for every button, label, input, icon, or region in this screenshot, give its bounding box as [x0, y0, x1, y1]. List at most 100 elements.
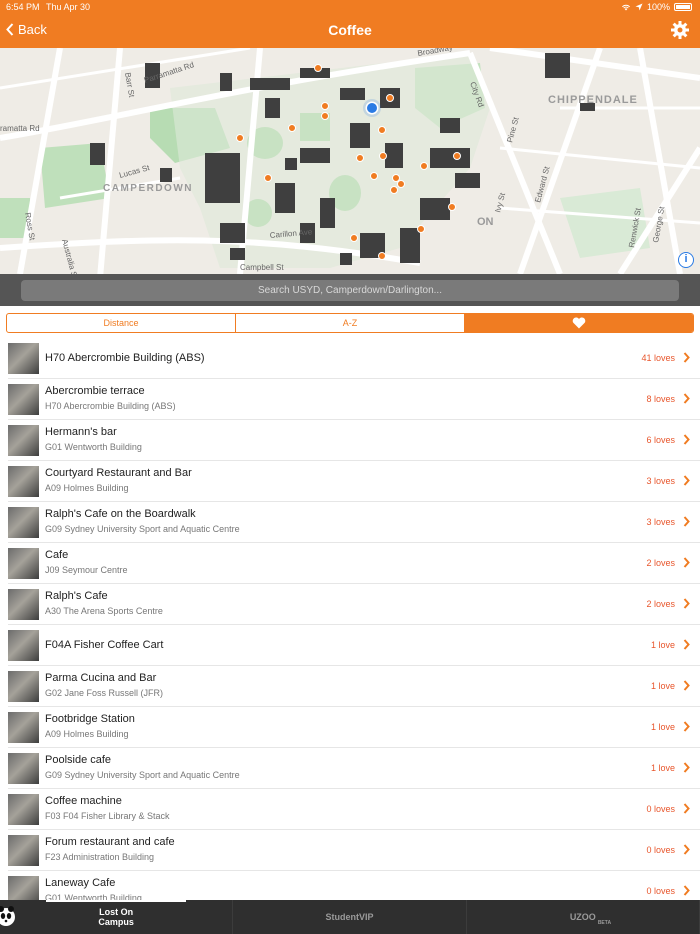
- chevron-right-icon: [683, 680, 690, 691]
- place-building: G01 Wentworth Building: [45, 442, 142, 452]
- tab-studentvip[interactable]: StudentVIP: [233, 900, 467, 934]
- segment-distance[interactable]: Distance: [7, 314, 236, 332]
- campus-map[interactable]: ramatta Rd Parramatta Rd Barr St Lucas S…: [0, 48, 700, 274]
- wifi-icon: [621, 4, 630, 11]
- tab-label: Lost On: [99, 907, 134, 917]
- place-title: Abercrombie terrace: [45, 385, 145, 397]
- beta-badge: BETA: [597, 920, 612, 926]
- loves-count: 41 loves: [641, 353, 675, 363]
- map-label: George St: [651, 205, 666, 243]
- coffee-marker: [350, 234, 358, 242]
- place-thumbnail: [8, 753, 39, 784]
- map-label: ON: [477, 216, 494, 228]
- place-building: G09 Sydney University Sport and Aquatic …: [45, 770, 240, 780]
- coffee-marker: [420, 162, 428, 170]
- list-item[interactable]: Hermann's bar G01 Wentworth Building 6 lov…: [8, 420, 700, 461]
- map-label: Pine St: [505, 116, 521, 144]
- loves-count: 2 loves: [646, 599, 675, 609]
- tab-label: UZOO: [569, 912, 596, 922]
- chevron-right-icon: [683, 803, 690, 814]
- coffee-list: H70 Abercrombie Building (ABS) 41 loves Ab…: [0, 338, 700, 900]
- place-thumbnail: [8, 425, 39, 456]
- place-title: Coffee machine: [45, 795, 122, 807]
- coffee-marker: [236, 134, 244, 142]
- tab-uzoo[interactable]: UZOO BETA: [467, 900, 700, 934]
- battery-percent: 100%: [646, 2, 670, 12]
- panda-logo-icon: [0, 906, 15, 926]
- list-item[interactable]: Courtyard Restaurant and Bar A09 Holmes B…: [8, 461, 700, 502]
- list-item[interactable]: Poolside cafe G09 Sydney University Sport…: [8, 748, 700, 789]
- chevron-right-icon: [683, 598, 690, 609]
- place-thumbnail: [8, 548, 39, 579]
- coffee-marker: [453, 152, 461, 160]
- list-item[interactable]: Ralph's Cafe on the Boardwalk G09 Sydney …: [8, 502, 700, 543]
- chevron-right-icon: [683, 393, 690, 404]
- place-title: Ralph's Cafe: [45, 590, 108, 602]
- coffee-marker: [390, 186, 398, 194]
- battery-icon: [674, 3, 692, 11]
- search-input[interactable]: [21, 280, 679, 301]
- chevron-right-icon: [683, 557, 690, 568]
- loves-count: 1 love: [650, 763, 675, 773]
- tab-label: StudentVIP: [325, 912, 374, 922]
- list-item[interactable]: Laneway Cafe G01 Wentworth Building 0 love…: [8, 871, 700, 900]
- place-title: Parma Cucina and Bar: [45, 672, 157, 684]
- chevron-right-icon: [683, 475, 690, 486]
- place-thumbnail: [8, 671, 39, 702]
- place-building: G01 Wentworth Building: [45, 893, 142, 900]
- map-label: Ivy St: [493, 191, 507, 213]
- coffee-marker: [321, 112, 329, 120]
- place-building: F23 Administration Building: [45, 852, 155, 862]
- chevron-right-icon: [683, 352, 690, 363]
- list-item[interactable]: Abercrombie terrace H70 Abercrombie Build…: [8, 379, 700, 420]
- place-thumbnail: [8, 507, 39, 538]
- status-date: Thu Apr 30: [46, 2, 91, 12]
- list-item[interactable]: Forum restaurant and cafe F23 Administrat…: [8, 830, 700, 871]
- heart-icon: [572, 317, 586, 329]
- tab-indicator: [46, 900, 186, 902]
- place-building: G02 Jane Foss Russell (JFR): [45, 688, 164, 698]
- map-label: CHIPPENDALE: [548, 94, 638, 106]
- coffee-marker: [448, 203, 456, 211]
- loves-count: 0 loves: [646, 804, 675, 814]
- place-building: A30 The Arena Sports Centre: [45, 606, 163, 616]
- gear-icon[interactable]: [670, 20, 690, 40]
- place-title: Forum restaurant and cafe: [45, 836, 175, 848]
- info-icon[interactable]: i: [678, 252, 694, 268]
- list-item[interactable]: Footbridge Station A09 Holmes Building 1 l…: [8, 707, 700, 748]
- list-item[interactable]: H70 Abercrombie Building (ABS) 41 loves: [8, 338, 700, 379]
- place-title: H70 Abercrombie Building (ABS): [45, 352, 205, 364]
- location-icon: [635, 3, 643, 11]
- map-label: Campbell St: [240, 263, 284, 272]
- coffee-marker: [321, 102, 329, 110]
- list-item[interactable]: Cafe J09 Seymour Centre 2 loves: [8, 543, 700, 584]
- place-thumbnail: [8, 835, 39, 866]
- loves-count: 6 loves: [646, 435, 675, 445]
- page-title: Coffee: [328, 22, 372, 38]
- chevron-right-icon: [683, 434, 690, 445]
- chevron-right-icon: [683, 762, 690, 773]
- list-item[interactable]: F04A Fisher Coffee Cart 1 love: [8, 625, 700, 666]
- chevron-right-icon: [683, 885, 690, 896]
- list-item[interactable]: Parma Cucina and Bar G02 Jane Foss Russel…: [8, 666, 700, 707]
- place-building: A09 Holmes Building: [45, 729, 129, 739]
- segment-a-z[interactable]: A-Z: [236, 314, 465, 332]
- coffee-marker: [397, 180, 405, 188]
- coffee-marker: [356, 154, 364, 162]
- coffee-marker: [386, 94, 394, 102]
- list-item[interactable]: Ralph's Cafe A30 The Arena Sports Centre 2…: [8, 584, 700, 625]
- segment-favourites[interactable]: [465, 314, 693, 332]
- place-title: Ralph's Cafe on the Boardwalk: [45, 508, 196, 520]
- loves-count: 0 loves: [646, 886, 675, 896]
- coffee-marker: [370, 172, 378, 180]
- place-title: Laneway Cafe: [45, 877, 116, 889]
- sort-segmented-control: Distance A-Z: [6, 313, 694, 333]
- chevron-right-icon: [683, 721, 690, 732]
- place-thumbnail: [8, 343, 39, 374]
- map-label: Barr St: [123, 72, 136, 99]
- tab-lost-on-campus[interactable]: Lost On Campus: [0, 900, 234, 934]
- status-right: 100%: [621, 2, 692, 12]
- list-item[interactable]: Coffee machine F03 F04 Fisher Library & S…: [8, 789, 700, 830]
- place-thumbnail: [8, 589, 39, 620]
- place-building: F03 F04 Fisher Library & Stack: [45, 811, 170, 821]
